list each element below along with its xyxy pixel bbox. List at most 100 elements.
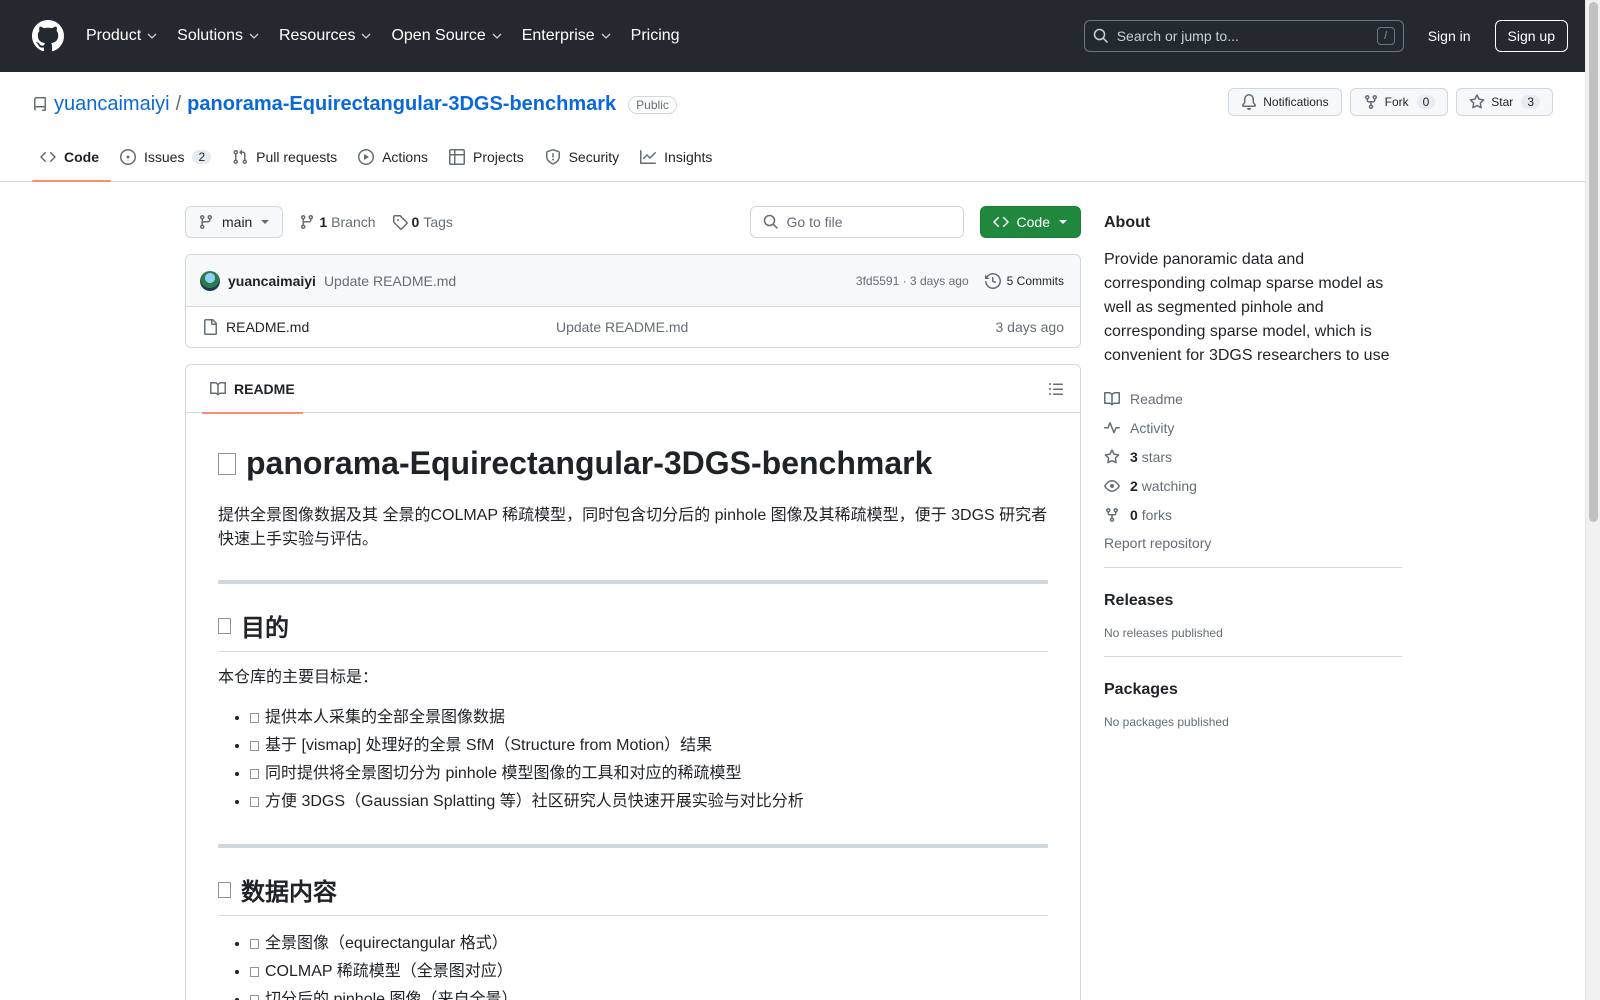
- page-scrollbar[interactable]: [1585, 0, 1600, 1000]
- git-branch-icon: [199, 215, 212, 230]
- commit-hash-date[interactable]: 3fd5591 · 3 days ago: [856, 274, 969, 288]
- fork-icon: [1106, 507, 1118, 522]
- list-item: COLMAP 稀疏模型（全景图对应）: [250, 958, 1048, 986]
- commits-history-link[interactable]: 5 Commits: [984, 272, 1064, 289]
- divider: [218, 580, 1048, 584]
- fork-icon: [1364, 95, 1377, 110]
- tab-issues[interactable]: Issues 2: [112, 133, 223, 181]
- list-item: 基于 [vismap] 处理好的全景 SfM（Structure from Mo…: [250, 732, 1048, 760]
- tab-label: Security: [568, 149, 620, 165]
- stars-link[interactable]: 3 stars: [1104, 442, 1402, 471]
- about-heading: About: [1104, 214, 1151, 231]
- issues-count: 2: [192, 150, 212, 164]
- activity-link[interactable]: Activity: [1104, 413, 1402, 442]
- fork-button[interactable]: Fork 0: [1349, 88, 1449, 116]
- github-logo-icon[interactable]: [32, 20, 64, 52]
- divider: [1104, 656, 1402, 657]
- nav-pricing[interactable]: Pricing: [621, 27, 690, 45]
- readme-intro: 提供全景图像数据及其 全景的COLMAP 稀疏模型，同时包含切分后的 pinho…: [218, 507, 1048, 548]
- play-icon: [358, 149, 375, 165]
- forks-count: 0: [1130, 506, 1138, 523]
- tab-pull-requests[interactable]: Pull requests: [224, 133, 349, 181]
- table-row: README.md Update README.md 3 days ago: [186, 307, 1080, 347]
- tab-actions[interactable]: Actions: [350, 133, 440, 181]
- file-browser: yuancaimaiyi Update README.md 3fd5591 · …: [185, 254, 1081, 348]
- repo-owner-link[interactable]: yuancaimaiyi: [54, 93, 170, 116]
- missing-glyph-box: [250, 797, 259, 807]
- triangle-down-icon: [261, 220, 270, 224]
- tab-insights[interactable]: Insights: [632, 133, 724, 181]
- about-description: Provide panoramic data and corresponding…: [1104, 251, 1390, 364]
- section-heading-purpose: 目的: [218, 608, 1048, 652]
- file-name-link[interactable]: README.md: [226, 319, 556, 335]
- global-search-input[interactable]: Search or jump to... /: [1083, 20, 1404, 52]
- commit-author-link[interactable]: yuancaimaiyi: [228, 273, 316, 289]
- tag-label: Tags: [423, 214, 453, 230]
- go-to-file-input[interactable]: Go to file: [749, 206, 964, 238]
- tab-projects[interactable]: Projects: [441, 133, 536, 181]
- scrollbar-thumb[interactable]: [1589, 2, 1598, 522]
- nav-label: Resources: [278, 27, 356, 44]
- nav-open-source[interactable]: Open Source: [381, 27, 511, 45]
- global-nav: Product Solutions Resources Open Source …: [86, 27, 690, 45]
- releases-heading[interactable]: Releases: [1104, 592, 1402, 610]
- branches-link[interactable]: 1 Branch: [299, 214, 376, 230]
- sign-in-link[interactable]: Sign in: [1428, 28, 1471, 44]
- eye-icon: [1104, 479, 1120, 492]
- missing-glyph-box: [250, 967, 259, 977]
- sign-up-button[interactable]: Sign up: [1494, 20, 1568, 52]
- book-icon: [1104, 391, 1120, 405]
- tab-readme[interactable]: README: [202, 365, 303, 414]
- tab-code[interactable]: Code: [32, 133, 111, 182]
- nav-label: Product: [86, 27, 142, 44]
- avatar[interactable]: [200, 270, 220, 291]
- repo-sidebar: About Provide panoramic data and corresp…: [1104, 182, 1402, 729]
- packages-heading[interactable]: Packages: [1104, 681, 1402, 699]
- branch-select-button[interactable]: main: [185, 206, 284, 238]
- readme-link[interactable]: Readme: [1104, 384, 1402, 413]
- nav-resources[interactable]: Resources: [269, 27, 381, 45]
- list-item: 同时提供将全景图切分为 pinhole 模型图像的工具和对应的稀疏模型: [250, 760, 1048, 788]
- main-column: main 1 Branch 0 Tags Go to file Code yua…: [185, 182, 1081, 1000]
- nav-label: Open Source: [391, 27, 486, 44]
- releases-empty-text: No releases published: [1104, 626, 1223, 640]
- tags-link[interactable]: 0 Tags: [392, 214, 453, 230]
- history-icon: [984, 272, 1001, 289]
- list-item-text: COLMAP 稀疏模型（全景图对应）: [265, 963, 513, 980]
- data-content-list: 全景图像（equirectangular 格式） COLMAP 稀疏模型（全景图…: [218, 930, 1048, 1000]
- nav-enterprise[interactable]: Enterprise: [512, 27, 621, 45]
- forks-link[interactable]: 0 forks: [1104, 500, 1402, 529]
- star-button[interactable]: Star 3: [1456, 88, 1553, 116]
- notifications-button[interactable]: Notifications: [1228, 88, 1342, 116]
- chevron-down-icon: [361, 33, 371, 39]
- tab-label: Pull requests: [256, 149, 338, 165]
- git-branch-icon: [301, 215, 314, 230]
- purpose-list: 提供本人采集的全部全景图像数据 基于 [vismap] 处理好的全景 SfM（S…: [218, 704, 1048, 816]
- report-repository-link[interactable]: Report repository: [1104, 535, 1402, 551]
- list-item: 方便 3DGS（Gaussian Splatting 等）社区研究人员快速开展实…: [250, 788, 1048, 816]
- repo-actions: Notifications Fork 0 Star 3: [1228, 88, 1553, 116]
- code-button-label: Code: [1016, 214, 1050, 230]
- readme-title: panorama-Equirectangular-3DGS-benchmark: [218, 445, 1048, 490]
- latest-commit-row: yuancaimaiyi Update README.md 3fd5591 · …: [186, 255, 1080, 307]
- commit-message-link[interactable]: Update README.md: [324, 273, 456, 289]
- readme-panel: README panorama-Equirectangular-3DGS-ben…: [185, 364, 1081, 1000]
- fork-label: Fork: [1384, 95, 1409, 109]
- list-unordered-icon[interactable]: [1048, 381, 1064, 397]
- nav-solutions[interactable]: Solutions: [167, 27, 269, 45]
- star-icon: [1469, 94, 1485, 109]
- chevron-down-icon: [601, 33, 611, 39]
- section-heading-text: 数据内容: [241, 879, 337, 906]
- code-icon: [40, 151, 56, 163]
- fork-count: 0: [1416, 95, 1436, 109]
- code-icon: [992, 216, 1009, 228]
- code-dropdown-button[interactable]: Code: [979, 206, 1081, 238]
- missing-glyph-box: [250, 995, 259, 1000]
- tab-security[interactable]: Security: [537, 133, 632, 181]
- file-commit-message-link[interactable]: Update README.md: [556, 319, 688, 335]
- nav-product[interactable]: Product: [86, 27, 167, 45]
- chevron-down-icon: [249, 33, 259, 39]
- watchers-link[interactable]: 2 watching: [1104, 471, 1402, 500]
- repo-name-link[interactable]: panorama-Equirectangular-3DGS-benchmark: [187, 93, 616, 116]
- branch-count: 1: [319, 214, 328, 230]
